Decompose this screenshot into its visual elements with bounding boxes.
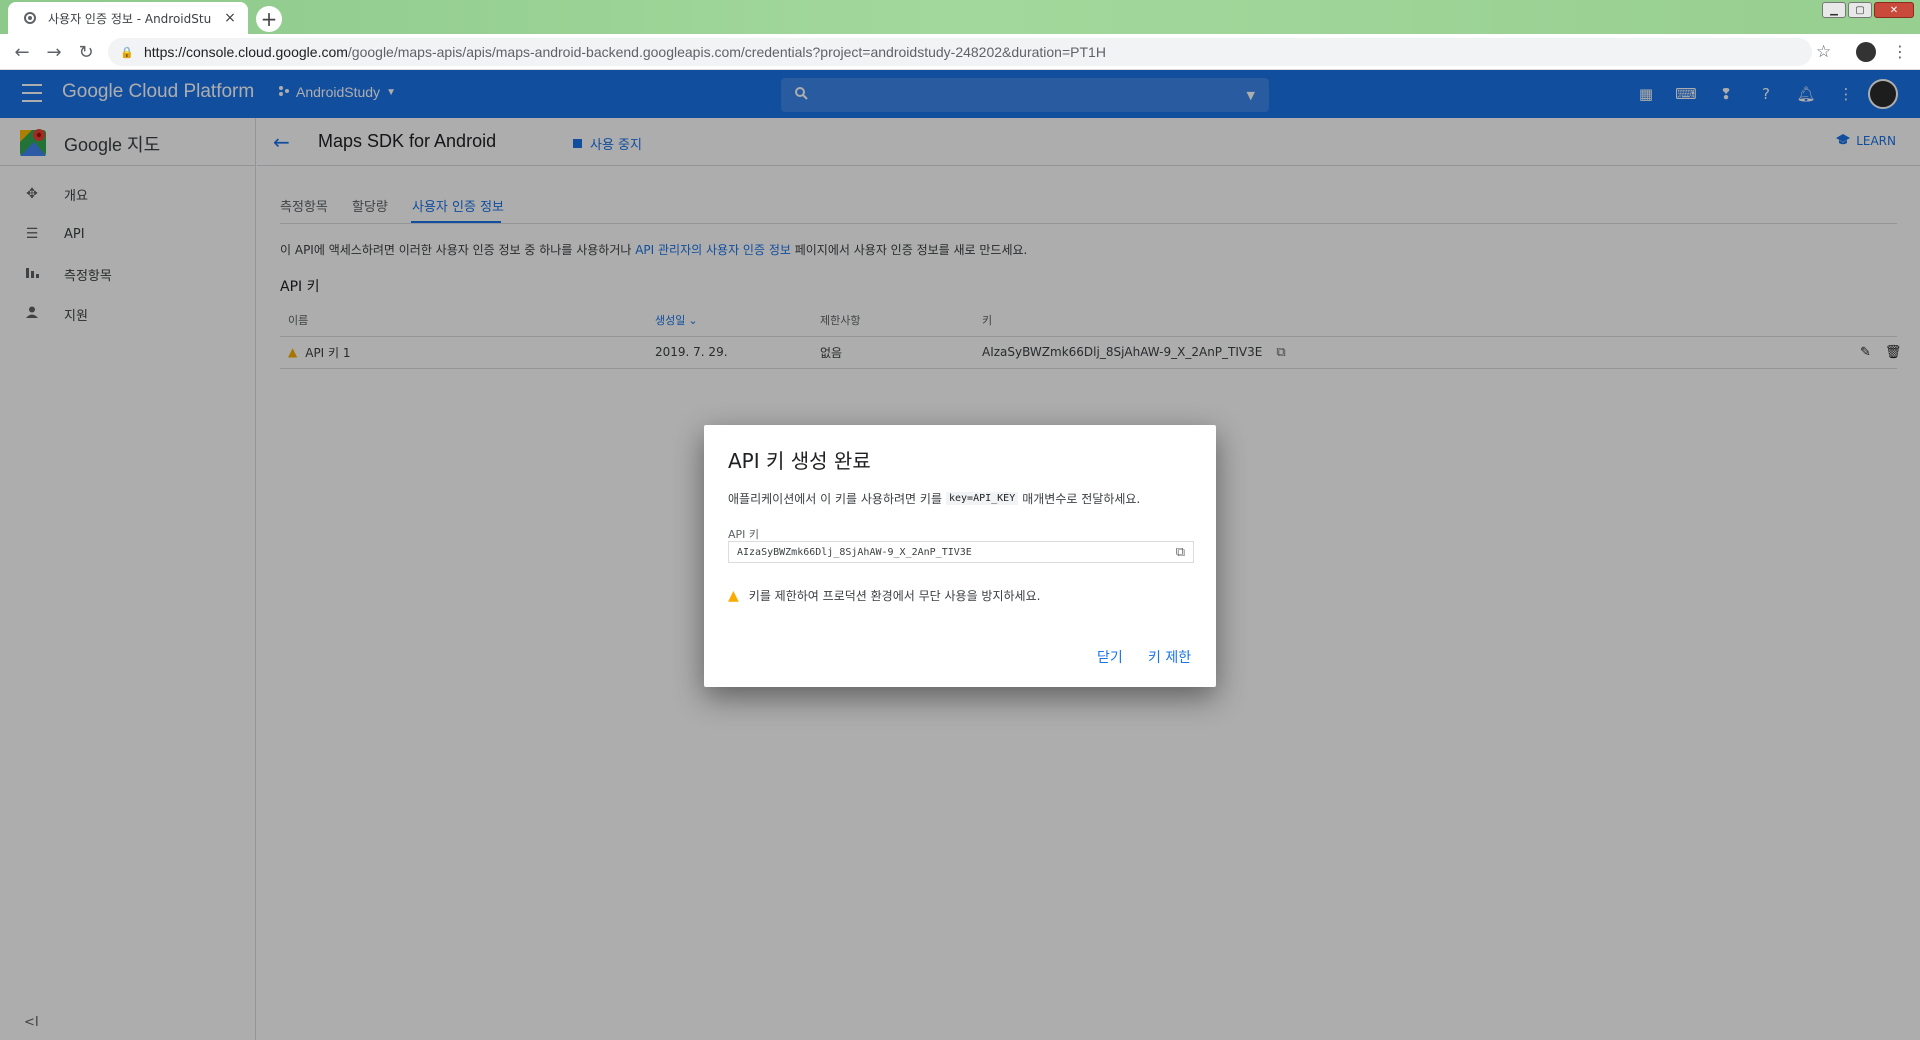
api-key-field[interactable]: AIzaSyBWZmk66Dlj_8SjAhAW-9_X_2AnP_TIV3E … bbox=[728, 541, 1194, 563]
dialog-warning: ▲ 키를 제한하여 프로덕션 환경에서 무단 사용을 방지하세요. bbox=[728, 587, 1040, 604]
maximize-button[interactable]: ▢ bbox=[1848, 2, 1872, 18]
bookmark-star-icon[interactable]: ☆ bbox=[1816, 42, 1831, 62]
window-controls: ▁ ▢ ✕ bbox=[1822, 2, 1914, 18]
dialog-description: 애플리케이션에서 이 키를 사용하려면 키를 key=API_KEY 매개변수로… bbox=[728, 490, 1140, 507]
tab-close-icon[interactable]: × bbox=[222, 10, 238, 26]
api-key-field-label: API 키 bbox=[728, 528, 760, 541]
reload-icon[interactable]: ↻ bbox=[70, 36, 102, 68]
copy-icon[interactable]: ⧉ bbox=[1176, 545, 1185, 560]
desc-suffix: 매개변수로 전달하세요. bbox=[1022, 492, 1141, 506]
api-key-value: AIzaSyBWZmk66Dlj_8SjAhAW-9_X_2AnP_TIV3E bbox=[737, 546, 972, 558]
back-icon[interactable]: ← bbox=[6, 36, 38, 68]
url-host: https://console.cloud.google.com bbox=[144, 44, 348, 60]
browser-toolbar: ← → ↻ 🔒 https://console.cloud.google.com… bbox=[0, 34, 1920, 70]
desc-prefix: 애플리케이션에서 이 키를 사용하려면 키를 bbox=[728, 492, 942, 506]
warning-text: 키를 제한하여 프로덕션 환경에서 무단 사용을 방지하세요. bbox=[748, 589, 1041, 603]
dialog-title: API 키 생성 완료 bbox=[728, 449, 871, 473]
browser-menu-icon[interactable]: ⋮ bbox=[1892, 42, 1908, 61]
browser-tab-title: 사용자 인증 정보 - AndroidStud bbox=[48, 11, 212, 26]
address-bar[interactable]: 🔒 https://console.cloud.google.com/googl… bbox=[108, 38, 1812, 66]
api-key-created-dialog: API 키 생성 완료 애플리케이션에서 이 키를 사용하려면 키를 key=A… bbox=[704, 425, 1216, 687]
minimize-button[interactable]: ▁ bbox=[1822, 2, 1846, 18]
warning-icon: ▲ bbox=[728, 587, 739, 604]
browser-tab[interactable]: 사용자 인증 정보 - AndroidStud × bbox=[8, 2, 248, 34]
lock-icon: 🔒 bbox=[120, 46, 134, 59]
forward-icon[interactable]: → bbox=[38, 36, 70, 68]
browser-tab-strip: 사용자 인증 정보 - AndroidStud × + ▁ ▢ ✕ bbox=[0, 0, 1920, 34]
new-tab-button[interactable]: + bbox=[256, 6, 282, 32]
desc-code: key=API_KEY bbox=[945, 492, 1019, 505]
url-path: /google/maps-apis/apis/maps-android-back… bbox=[347, 44, 1106, 60]
gcp-favicon-icon bbox=[22, 10, 38, 26]
close-button[interactable]: 닫기 bbox=[1097, 647, 1123, 667]
window-close-button[interactable]: ✕ bbox=[1874, 2, 1914, 18]
restrict-key-button[interactable]: 키 제한 bbox=[1148, 647, 1191, 667]
browser-profile-avatar[interactable] bbox=[1856, 42, 1876, 62]
